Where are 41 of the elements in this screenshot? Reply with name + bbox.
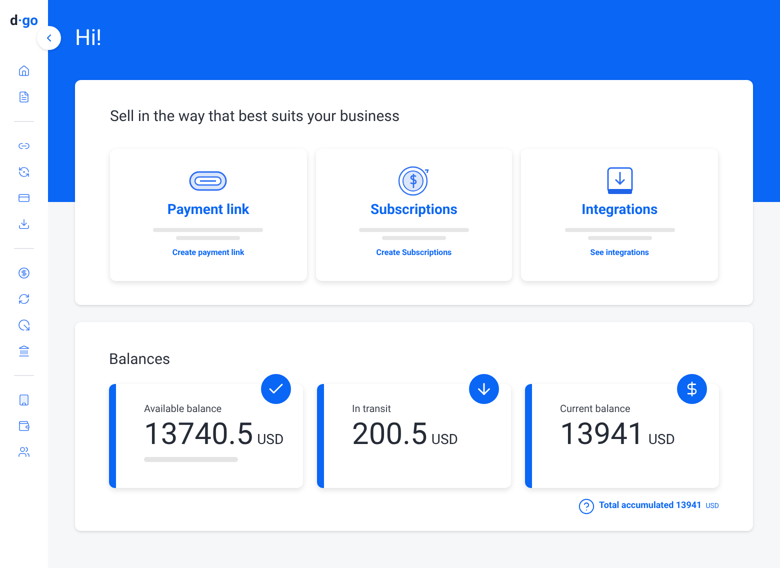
card-icon[interactable] [18, 192, 30, 204]
bank-icon[interactable] [18, 345, 30, 357]
currency-label: USD [431, 431, 458, 450]
currency-label: USD [648, 431, 675, 450]
option-link[interactable]: See integrations [590, 247, 650, 259]
sell-option-card[interactable]: Subscriptions Create Subscriptions [316, 149, 512, 281]
coin-arrow-icon[interactable] [18, 319, 30, 331]
option-link[interactable]: Create Subscriptions [376, 247, 452, 259]
currency-label: USD [257, 431, 284, 450]
option-link[interactable]: Create payment link [172, 247, 244, 259]
balance-amount: 200.5 [352, 417, 428, 453]
balance-amount: 13941 [560, 417, 644, 453]
home-icon[interactable] [18, 65, 30, 77]
users-icon[interactable] [18, 446, 30, 458]
sell-option-card[interactable]: Payment link Create payment link [110, 149, 307, 281]
building-icon[interactable] [18, 394, 30, 406]
collapse-button[interactable] [37, 26, 61, 50]
refresh-icon[interactable] [18, 166, 30, 178]
sell-option-card[interactable]: Integrations See integrations [521, 149, 718, 281]
dollar-coin-icon[interactable] [18, 267, 30, 279]
balance-label: In transit [352, 404, 392, 416]
page-title: Hi! [75, 26, 102, 53]
dollar-cycle-icon [396, 164, 431, 198]
wallet-icon[interactable] [18, 420, 30, 432]
balance-label: Current balance [560, 404, 632, 416]
section-title: Balances [109, 350, 172, 368]
option-title: Subscriptions [370, 201, 458, 219]
balance-label: Available balance [144, 404, 223, 416]
balance-amount: 13740.5 [144, 417, 254, 453]
option-title: Payment link [167, 201, 250, 219]
option-title: Integrations [582, 201, 658, 219]
refresh-icon[interactable] [18, 293, 30, 305]
download-tray-icon [606, 167, 633, 195]
help-icon[interactable] [578, 498, 596, 515]
chain-link-icon [189, 171, 228, 191]
section-title: Sell in the way that best suits your business [110, 107, 401, 125]
document-icon[interactable] [18, 91, 30, 103]
logo: d·go [10, 14, 38, 28]
total-accumulated: Total accumulated 13941 [599, 500, 702, 513]
link-icon[interactable] [18, 140, 30, 152]
download-icon[interactable] [18, 218, 30, 230]
